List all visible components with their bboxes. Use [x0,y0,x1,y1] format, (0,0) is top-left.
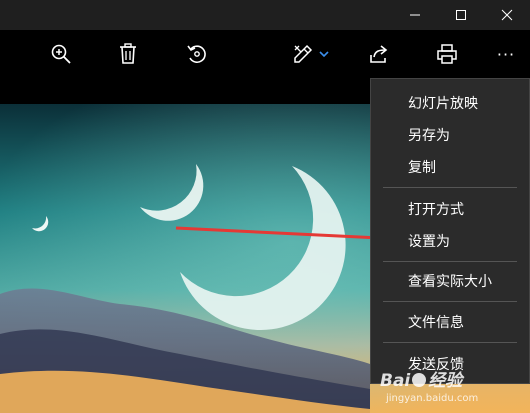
zoom-in-icon [51,44,71,64]
maximize-button[interactable] [438,0,484,30]
menu-item-label: 复制 [408,160,436,176]
minimize-icon [410,14,420,16]
menu-item-save-as[interactable]: 另存为 [371,119,529,151]
menu-item-set-as[interactable]: 设置为 [371,225,529,257]
more-options-menu: 幻灯片放映 另存为 复制 打开方式 设置为 查看实际大小 文件信息 发送反馈 [370,78,530,384]
close-icon [501,9,513,21]
menu-item-label: 查看实际大小 [408,274,492,290]
paw-icon [412,373,427,387]
toolbar: ··· [0,30,530,78]
menu-divider [383,261,517,262]
more-button[interactable]: ··· [488,30,524,78]
baidu-jingyan-watermark: Bai 经验 jingyan.baidu.com [380,362,530,413]
maximize-icon [456,10,466,20]
menu-item-label: 幻灯片放映 [408,96,478,112]
menu-divider [383,301,517,302]
chevron-down-icon [318,51,329,58]
menu-item-label: 另存为 [408,128,450,144]
print-button[interactable] [428,30,466,78]
print-icon [437,44,457,64]
title-bar [0,0,530,30]
menu-item-slideshow[interactable]: 幻灯片放映 [371,87,529,119]
watermark-url: jingyan.baidu.com [386,393,479,404]
watermark-brand: Bai [380,371,411,391]
zoom-in-button[interactable] [42,30,80,78]
menu-item-open-with[interactable]: 打开方式 [371,193,529,225]
close-button[interactable] [484,0,530,30]
more-icon: ··· [496,44,516,64]
rotate-icon [187,45,206,64]
menu-item-file-info[interactable]: 文件信息 [371,306,529,338]
share-button[interactable] [360,30,398,78]
menu-item-copy[interactable]: 复制 [371,151,529,183]
menu-divider [383,187,517,188]
menu-item-label: 设置为 [408,234,450,250]
share-icon [370,45,388,63]
menu-item-label: 打开方式 [408,202,464,218]
menu-divider [383,342,517,343]
edit-create-button[interactable] [286,30,334,78]
edit-draw-icon [293,44,312,63]
menu-item-label: 文件信息 [408,315,464,331]
rotate-button[interactable] [178,30,216,78]
delete-button[interactable] [109,30,147,78]
minimize-button[interactable] [392,0,438,30]
menu-item-view-actual-size[interactable]: 查看实际大小 [371,265,529,297]
delete-icon [120,43,136,64]
watermark-suffix: 经验 [428,371,463,391]
